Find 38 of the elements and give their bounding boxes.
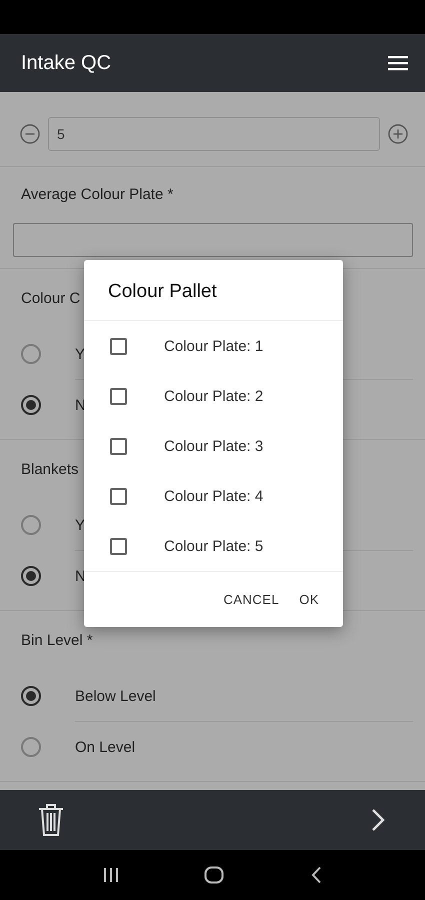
field-label: Bin Level * [21, 631, 93, 651]
checkbox[interactable] [110, 338, 127, 354]
option-label: Y [75, 346, 86, 362]
field-label: Colour C [21, 289, 80, 309]
radio-button[interactable] [21, 344, 41, 364]
chevron-right-icon[interactable] [371, 808, 385, 832]
option-label: Below Level [75, 688, 156, 704]
radio-button[interactable] [21, 737, 41, 757]
checkbox-label: Colour Plate: 2 [164, 388, 264, 404]
dialog-title: Colour Pallet [84, 260, 343, 321]
checkbox-label: Colour Plate: 5 [164, 538, 264, 554]
option-label: Y [75, 516, 86, 534]
radio-button[interactable] [21, 566, 41, 586]
plus-icon[interactable] [388, 124, 408, 144]
dialog-button[interactable]: CANCEL [217, 584, 286, 615]
checkbox[interactable] [110, 488, 127, 504]
checkbox[interactable] [110, 388, 127, 404]
trash-icon[interactable] [37, 803, 65, 837]
checkbox-label: Colour Plate: 1 [164, 338, 264, 354]
app-title: Intake QC [21, 52, 112, 74]
checkbox-label: Colour Plate: 3 [164, 438, 264, 454]
radio-button[interactable] [21, 515, 41, 535]
back-icon[interactable] [310, 866, 322, 884]
minus-icon[interactable] [20, 124, 40, 144]
field-label: Blankets [21, 460, 79, 480]
menu-icon[interactable] [388, 55, 408, 71]
radio-button[interactable] [21, 395, 41, 415]
option-label: On Level [75, 738, 136, 756]
number-field[interactable]: 5 [48, 117, 380, 151]
dialog-button[interactable]: OK [293, 584, 325, 615]
radio-button[interactable] [21, 686, 41, 706]
checkbox[interactable] [110, 438, 127, 454]
checkbox[interactable] [110, 538, 127, 554]
checkbox-label: Colour Plate: 4 [164, 488, 264, 504]
recent-apps-icon[interactable] [102, 867, 119, 883]
home-icon[interactable] [204, 866, 224, 884]
input-field[interactable] [13, 223, 413, 257]
field-label: Average Colour Plate * [21, 185, 174, 205]
